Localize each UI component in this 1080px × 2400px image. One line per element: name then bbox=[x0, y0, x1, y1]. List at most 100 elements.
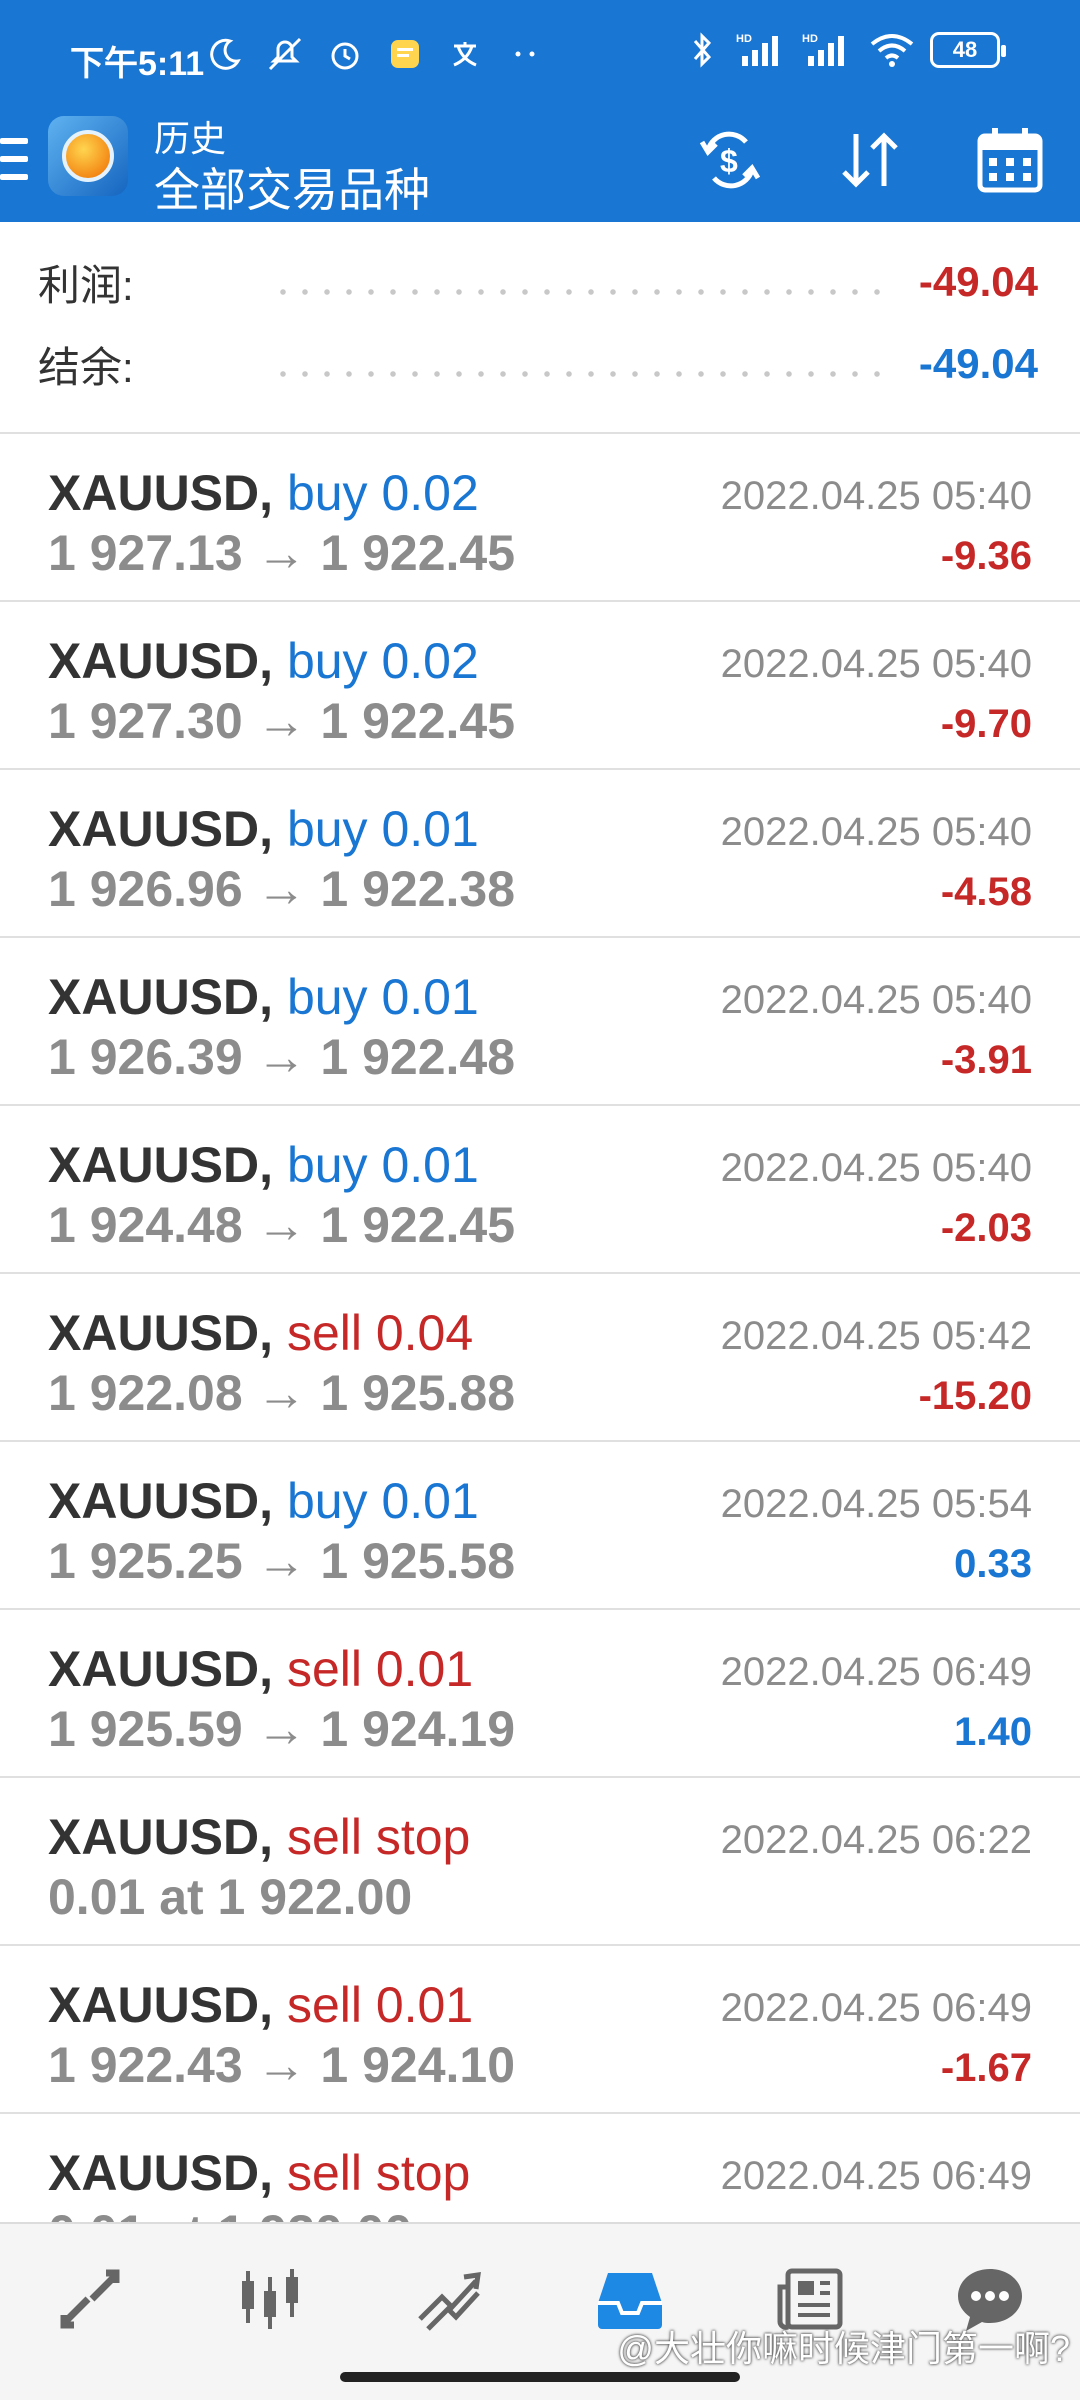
trade-time: 2022.04.25 06:22 bbox=[720, 1818, 1032, 1862]
mute-icon bbox=[265, 34, 305, 74]
status-icons-left bbox=[205, 34, 545, 74]
nav-quotes[interactable] bbox=[0, 2254, 180, 2344]
more-dots-icon bbox=[505, 34, 545, 74]
trade-profit: -2.03 bbox=[940, 1206, 1032, 1250]
calendar-button[interactable] bbox=[940, 120, 1080, 200]
sort-icon bbox=[842, 132, 898, 188]
bluetooth-icon bbox=[682, 30, 722, 70]
trade-prices: 1 927.13 → 1 922.45 bbox=[48, 525, 516, 581]
trade-symbol: XAUUSD, bbox=[48, 2145, 274, 2201]
trade-time: 2022.04.25 06:49 bbox=[720, 1986, 1032, 2030]
profit-row: 利润: -49.04 bbox=[38, 252, 1038, 312]
trade-time: 2022.04.25 05:40 bbox=[720, 978, 1032, 1022]
trade-row[interactable]: XAUUSD, buy 0.01 1 926.39 → 1 922.48 2022.… bbox=[0, 938, 1080, 1106]
trade-title: XAUUSD, sell 0.01 bbox=[48, 1976, 473, 2034]
trade-symbol: XAUUSD, bbox=[48, 633, 274, 689]
app-header: 下午5:11 HD HD 48 历史 全部交易品种 $ bbox=[0, 0, 1080, 222]
trade-symbol: XAUUSD, bbox=[48, 1809, 274, 1865]
trade-type: sell 0.04 bbox=[286, 1305, 474, 1361]
balance-label: 结余: bbox=[38, 343, 134, 391]
profit-value: -49.04 bbox=[918, 258, 1038, 305]
home-indicator[interactable] bbox=[340, 2372, 740, 2382]
trade-row[interactable]: XAUUSD, buy 0.02 1 927.30 → 1 922.45 2022.… bbox=[0, 602, 1080, 770]
trade-row[interactable]: XAUUSD, sell 0.01 1 922.43 → 1 924.10 2022… bbox=[0, 1946, 1080, 2114]
chart-icon bbox=[242, 2269, 298, 2329]
trade-type: sell 0.01 bbox=[286, 1641, 474, 1697]
balance-row: 结余: -49.04 bbox=[38, 334, 1038, 394]
bottom-navigation: @大壮你嘛时候津门第一啊? bbox=[0, 2222, 1080, 2400]
trade-history-list[interactable]: XAUUSD, buy 0.02 1 927.13 → 1 922.45 2022.… bbox=[0, 434, 1080, 2222]
toolbar: 历史 全部交易品种 $ bbox=[0, 110, 1080, 222]
trade-row[interactable]: XAUUSD, sell 0.04 1 922.08 → 1 925.88 2022… bbox=[0, 1274, 1080, 1442]
trade-title: XAUUSD, buy 0.02 bbox=[48, 632, 479, 690]
dotted-leader bbox=[272, 371, 889, 377]
trade-symbol: XAUUSD, bbox=[48, 1473, 274, 1529]
trade-type: buy 0.01 bbox=[286, 801, 479, 857]
trade-row[interactable]: XAUUSD, buy 0.02 1 927.13 → 1 922.45 2022.… bbox=[0, 434, 1080, 602]
trade-profit: 1.40 bbox=[954, 1710, 1032, 1754]
summary-panel: 利润: -49.04 结余: -49.04 bbox=[0, 222, 1080, 434]
trade-row[interactable]: XAUUSD, buy 0.01 1 925.25 → 1 925.58 2022.… bbox=[0, 1442, 1080, 1610]
toolbar-actions: $ bbox=[660, 120, 1080, 200]
trade-title: XAUUSD, buy 0.02 bbox=[48, 464, 479, 522]
trade-prices: 1 922.43 → 1 924.10 bbox=[48, 2037, 516, 2093]
trade-title: XAUUSD, buy 0.01 bbox=[48, 1472, 479, 1530]
trade-title: XAUUSD, buy 0.01 bbox=[48, 1136, 479, 1194]
trade-prices: 1 922.08 → 1 925.88 bbox=[48, 1365, 516, 1421]
trade-icon bbox=[418, 2272, 481, 2331]
trade-symbol: XAUUSD, bbox=[48, 1305, 274, 1361]
trade-type: sell 0.01 bbox=[286, 1977, 474, 2033]
trade-row[interactable]: XAUUSD, sell stop 0.01 at 1 922.00 2022.04… bbox=[0, 1778, 1080, 1946]
profit-label: 利润: bbox=[38, 261, 134, 309]
trade-title: XAUUSD, buy 0.01 bbox=[48, 800, 479, 858]
trade-prices: 0.01 at 1 922.00 bbox=[48, 1869, 413, 1925]
dotted-leader bbox=[272, 289, 889, 295]
trade-symbol: XAUUSD, bbox=[48, 1977, 274, 2033]
trade-prices: 1 926.39 → 1 922.48 bbox=[48, 1029, 516, 1085]
trade-symbol: XAUUSD, bbox=[48, 1641, 274, 1697]
svg-text:HD: HD bbox=[802, 33, 818, 45]
status-time: 下午5:11 bbox=[70, 45, 205, 83]
sort-button[interactable] bbox=[800, 120, 940, 200]
wifi-icon bbox=[868, 30, 916, 70]
trade-time: 2022.04.25 05:42 bbox=[720, 1314, 1032, 1358]
trade-symbol: XAUUSD, bbox=[48, 969, 274, 1025]
trade-prices: 1 927.30 → 1 922.45 bbox=[48, 693, 516, 749]
trade-type: sell stop bbox=[286, 1809, 471, 1865]
trade-type: buy 0.02 bbox=[286, 633, 479, 689]
trade-type: buy 0.01 bbox=[286, 1473, 479, 1529]
trade-type: buy 0.01 bbox=[286, 1137, 479, 1193]
toolbar-title[interactable]: 全部交易品种 bbox=[154, 154, 430, 220]
nav-chart[interactable] bbox=[180, 2254, 360, 2344]
trade-prices: 0.01 at 1 920.00 bbox=[48, 2204, 412, 2222]
trade-time: 2022.04.25 06:49 bbox=[720, 1650, 1032, 1694]
signal-hd-1-icon: HD bbox=[736, 30, 788, 70]
trade-title: XAUUSD, sell stop bbox=[48, 1808, 470, 1866]
trade-profit: -9.36 bbox=[940, 534, 1032, 578]
trade-symbol: XAUUSD, bbox=[48, 801, 274, 857]
nav-trade[interactable] bbox=[360, 2254, 540, 2344]
battery-indicator: 48 bbox=[930, 32, 1006, 68]
trade-symbol: XAUUSD, bbox=[48, 1137, 274, 1193]
trade-title: XAUUSD, buy 0.01 bbox=[48, 968, 479, 1026]
trade-type: sell stop bbox=[286, 2145, 471, 2201]
currency-exchange-icon: $ bbox=[699, 131, 761, 189]
trade-prices: 1 924.48 → 1 922.45 bbox=[48, 1197, 516, 1253]
trade-time: 2022.04.25 05:40 bbox=[720, 642, 1032, 686]
status-icons-right: HD HD 48 bbox=[682, 30, 1006, 70]
currency-exchange-button[interactable]: $ bbox=[660, 120, 800, 200]
trade-prices: 1 926.96 → 1 922.38 bbox=[48, 861, 516, 917]
trade-row[interactable]: XAUUSD, sell 0.01 1 925.59 → 1 924.19 2022… bbox=[0, 1610, 1080, 1778]
menu-icon[interactable] bbox=[0, 138, 28, 180]
trade-title: XAUUSD, sell 0.01 bbox=[48, 1640, 473, 1698]
trade-row[interactable]: XAUUSD, sell stop 0.01 at 1 920.00 2022.04… bbox=[0, 2114, 1080, 2222]
signal-hd-2-icon: HD bbox=[802, 30, 854, 70]
trade-prices: 1 925.25 → 1 925.58 bbox=[48, 1533, 516, 1589]
notification-app-icon bbox=[385, 34, 425, 74]
trade-time: 2022.04.25 06:49 bbox=[720, 2154, 1032, 2198]
svg-text:$: $ bbox=[720, 143, 738, 179]
trade-row[interactable]: XAUUSD, buy 0.01 1 924.48 → 1 922.45 2022.… bbox=[0, 1106, 1080, 1274]
trade-row[interactable]: XAUUSD, buy 0.01 1 926.96 → 1 922.38 2022.… bbox=[0, 770, 1080, 938]
trade-profit: -3.91 bbox=[940, 1038, 1032, 1082]
trade-symbol: XAUUSD, bbox=[48, 465, 274, 521]
